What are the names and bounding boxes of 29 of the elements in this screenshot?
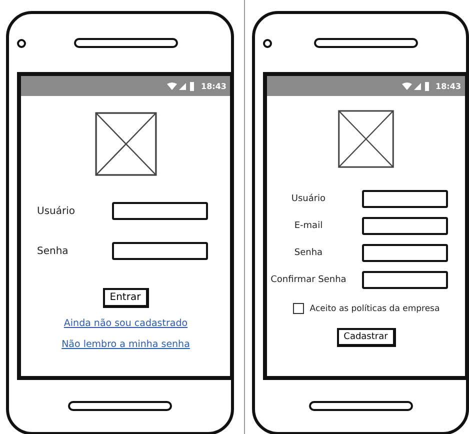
status-icons	[402, 82, 432, 90]
speaker-icon	[74, 38, 178, 48]
submit-button[interactable]: Entrar	[102, 288, 149, 308]
checkbox[interactable]	[292, 303, 304, 314]
field-label: Usuário	[37, 206, 76, 216]
field-label: Senha	[293, 248, 324, 258]
status-time: 18:43	[201, 82, 226, 90]
input-field[interactable]	[362, 190, 448, 208]
status-icons	[167, 82, 197, 90]
field-label: Usuário	[290, 194, 327, 204]
camera-icon	[263, 38, 272, 48]
text-link[interactable]: Não lembro a minha senha	[62, 339, 190, 350]
field-label: Senha	[37, 246, 68, 256]
speaker-icon	[314, 38, 418, 48]
camera-icon	[17, 38, 26, 48]
input-field[interactable]	[112, 202, 208, 220]
home-button-icon	[68, 401, 172, 411]
input-field[interactable]	[362, 244, 448, 262]
submit-button[interactable]: Cadastrar	[336, 328, 396, 347]
checkbox-label: Aceito as políticas da empresa	[310, 304, 440, 314]
input-field[interactable]	[362, 271, 448, 289]
field-label: E-mail	[293, 221, 324, 231]
field-label: Confirmar Senha	[270, 275, 348, 285]
status-time: 18:43	[436, 82, 462, 90]
text-link[interactable]: Ainda não sou cadastrado	[64, 318, 188, 329]
input-field[interactable]	[112, 242, 208, 260]
image-placeholder-icon	[94, 112, 157, 176]
home-button-icon	[308, 401, 413, 411]
input-field[interactable]	[362, 217, 448, 235]
